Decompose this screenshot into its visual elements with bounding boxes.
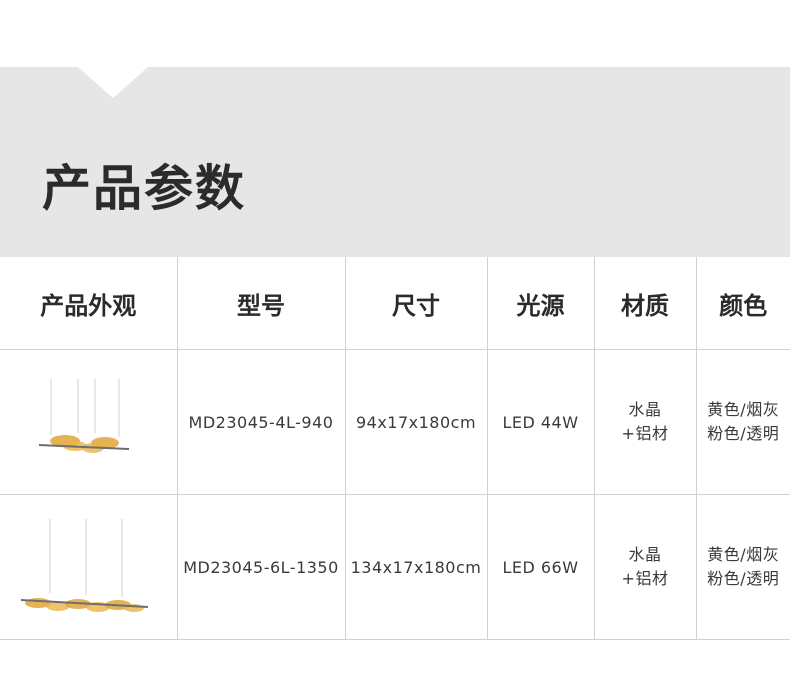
material-line: +铝材 (621, 424, 669, 443)
color-line: 黄色/烟灰 (707, 545, 780, 564)
color-line: 黄色/烟灰 (707, 400, 780, 419)
table-header-row: 产品外观 型号 尺寸 光源 材质 颜色 (0, 257, 790, 350)
color-cell: 黄色/烟灰 粉色/透明 (695, 349, 790, 495)
header-color: 颜色 (695, 257, 790, 350)
header-material: 材质 (593, 257, 696, 350)
material-cell: 水晶 +铝材 (593, 349, 696, 495)
product-image-cell (0, 494, 177, 640)
header-light-source: 光源 (486, 257, 594, 350)
header-size: 尺寸 (344, 257, 487, 350)
light-source-cell: LED 66W (486, 494, 594, 640)
material-cell: 水晶 +铝材 (593, 494, 696, 640)
model-cell: MD23045-4L-940 (176, 349, 345, 495)
material-line: +铝材 (621, 569, 669, 588)
light-source-cell: LED 44W (486, 349, 594, 495)
model-cell: MD23045-6L-1350 (176, 494, 345, 640)
color-line: 粉色/透明 (707, 569, 780, 588)
material-line: 水晶 (628, 400, 662, 419)
spec-table: 产品外观 型号 尺寸 光源 材质 颜色 MD23045-4L-940 94x17… (0, 257, 790, 640)
table-row: MD23045-4L-940 94x17x180cm LED 44W 水晶 +铝… (0, 349, 790, 495)
product-image-cell (0, 349, 177, 495)
color-line: 粉色/透明 (707, 424, 780, 443)
material-line: 水晶 (628, 545, 662, 564)
pendant-lamp-4-light-image (39, 379, 130, 453)
size-cell: 134x17x180cm (344, 494, 487, 640)
banner-notch (78, 67, 148, 98)
color-cell: 黄色/烟灰 粉色/透明 (695, 494, 790, 640)
pendant-lamp-6-light-image (21, 519, 149, 612)
size-cell: 94x17x180cm (344, 349, 487, 495)
table-row: MD23045-6L-1350 134x17x180cm LED 66W 水晶 … (0, 494, 790, 640)
header-appearance: 产品外观 (0, 257, 177, 350)
title-banner: 产品参数 (0, 67, 790, 257)
page-title: 产品参数 (42, 160, 247, 217)
header-model: 型号 (176, 257, 345, 350)
